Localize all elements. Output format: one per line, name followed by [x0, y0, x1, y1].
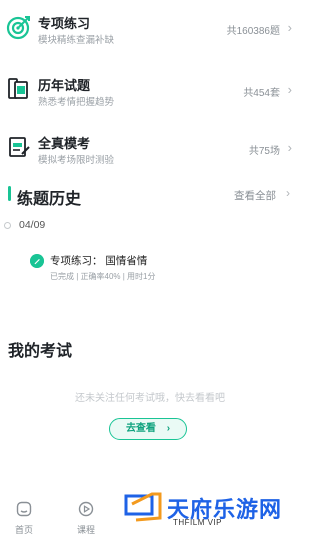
history-entry-stats: 已完成 | 正确率40% | 用时1分 [50, 272, 156, 281]
exam-paper-icon [9, 137, 30, 157]
tab-course-label: 课程 [76, 525, 95, 535]
play-icon [78, 501, 94, 517]
tab-home[interactable]: 首页 [6, 501, 42, 535]
practice-item-title: 全真模考 [38, 136, 91, 151]
chevron-right-icon: › [287, 20, 292, 35]
practice-item-subtitle: 模拟考场限时测验 [38, 155, 115, 166]
practice-item-past-papers[interactable]: 历年试题 熟悉考情把握趋势 共454套 › [0, 72, 300, 122]
practice-item-subtitle: 熟悉考情把握趋势 [38, 97, 115, 108]
watermark-subtext: THFILM VIP [173, 518, 223, 527]
tab-course[interactable]: 课程 [68, 501, 104, 535]
books-icon [8, 78, 28, 99]
view-all-link[interactable]: 查看全部 [234, 188, 276, 203]
site-logo-icon [124, 492, 162, 522]
chevron-right-icon: › [166, 423, 171, 434]
practice-item-count: 共75场 [248, 146, 280, 157]
history-section-title: 练题历史 [17, 191, 82, 208]
tab-home-label: 首页 [14, 525, 33, 535]
home-icon [16, 501, 32, 517]
practice-item-special[interactable]: 专项练习 模块精练查漏补缺 共160386题 › [0, 10, 300, 60]
chevron-right-icon: › [287, 140, 292, 155]
go-view-button[interactable]: 去查看 › [109, 418, 187, 440]
practice-item-mock-exam[interactable]: 全真模考 模拟考场限时测验 共75场 › [0, 130, 300, 180]
pencil-icon [30, 254, 44, 268]
practice-item-subtitle: 模块精练查漏补缺 [38, 35, 115, 46]
exam-section-title: 我的考试 [8, 343, 73, 360]
chevron-right-icon: › [287, 82, 292, 97]
chevron-right-icon[interactable]: › [286, 186, 290, 200]
practice-item-title: 历年试题 [38, 78, 91, 93]
section-accent-bar [8, 186, 11, 201]
history-entry-title[interactable]: 专项练习： 国情省情 [50, 253, 147, 268]
timeline-dot [4, 222, 11, 229]
history-date: 04/09 [19, 219, 46, 231]
practice-item-count: 共454套 [243, 88, 280, 99]
go-view-label: 去查看 [125, 423, 156, 434]
empty-state-text: 还未关注任何考试哦，快去看看吧 [75, 393, 225, 404]
target-icon [6, 16, 30, 40]
practice-item-title: 专项练习 [38, 16, 91, 31]
practice-item-count: 共160386题 [226, 26, 280, 37]
